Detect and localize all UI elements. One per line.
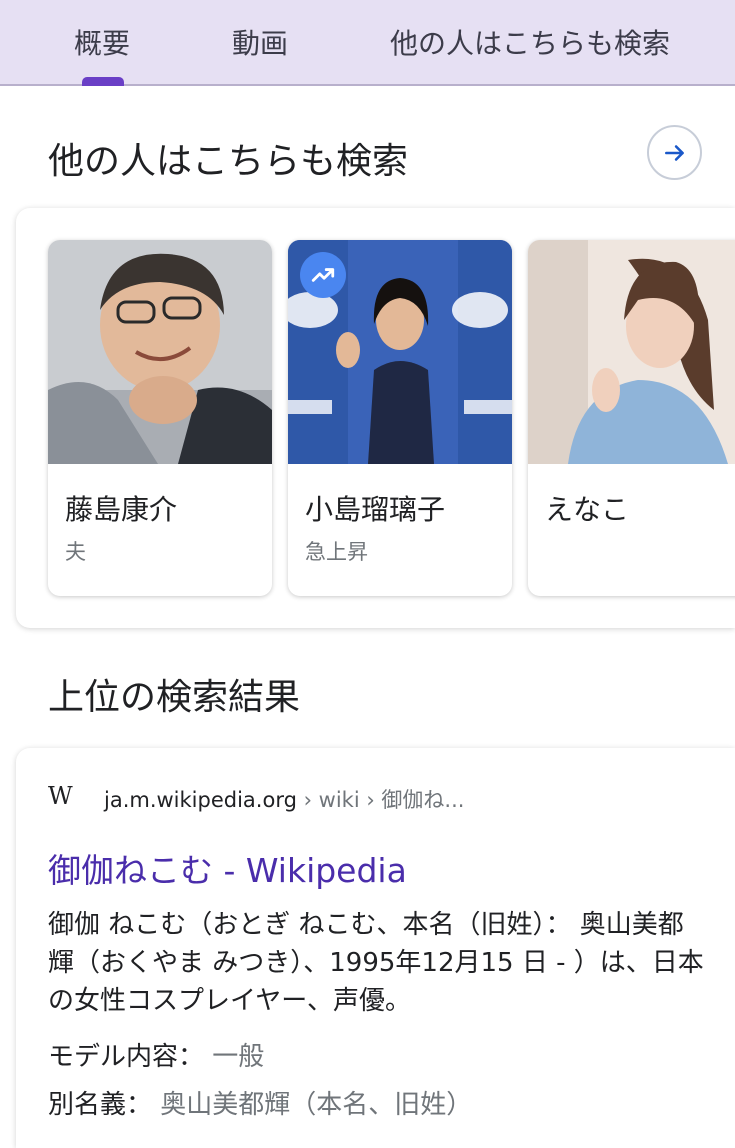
person-card[interactable]: えなこ [528, 240, 735, 596]
person-card[interactable]: 藤島康介 夫 [48, 240, 272, 596]
trending-label: 急上昇 [305, 540, 368, 564]
top-results-title: 上位の検索結果 [48, 677, 301, 718]
fact-label: モデル内容： [48, 1042, 205, 1072]
person-name: えなこ [545, 493, 630, 526]
result-url[interactable]: ja.m.wikipedia.org › wiki › 御伽ね... [104, 784, 464, 814]
tab-overview[interactable]: 概要 [74, 22, 130, 62]
result-domain: ja.m.wikipedia.org [104, 788, 297, 812]
person-photo [48, 240, 272, 464]
see-more-button[interactable] [647, 125, 702, 180]
result-snippet: 御伽 ねこむ（おとぎ ねこむ、本名（旧姓）： 奥山美都輝（おくやま みつき）、1… [48, 910, 704, 1016]
person-relation: 夫 [65, 540, 86, 564]
tab-videos[interactable]: 動画 [232, 22, 288, 62]
tab-bar: 概要 動画 他の人はこちらも検索 [0, 0, 735, 86]
result-title-link[interactable]: 御伽ねこむ - Wikipedia [48, 844, 407, 892]
people-also-search-title: 他の人はこちらも検索 [48, 141, 409, 182]
fact-value: 一般 [212, 1042, 265, 1072]
fact-row: モデル内容： 一般 [48, 1036, 264, 1073]
tab-people-also-search[interactable]: 他の人はこちらも検索 [390, 22, 670, 62]
result-breadcrumb: › wiki › 御伽ね... [296, 788, 465, 812]
search-result-card: W ja.m.wikipedia.org › wiki › 御伽ね... 御伽ね… [16, 748, 735, 1148]
person-photo [528, 240, 735, 464]
fact-row: 別名義： 奥山美都輝（本名、旧姓） [48, 1084, 472, 1121]
fact-value: 奥山美都輝（本名、旧姓） [160, 1090, 473, 1120]
person-name: 藤島康介 [65, 493, 178, 526]
trending-up-icon [300, 252, 346, 298]
fact-label: 別名義： [48, 1090, 153, 1120]
wikipedia-logo: W [48, 782, 73, 810]
arrow-right-icon [664, 144, 684, 161]
people-carousel[interactable]: 藤島康介 夫 小島瑠璃子 急上昇 えなこ [16, 208, 735, 628]
person-card[interactable]: 小島瑠璃子 急上昇 [288, 240, 512, 596]
person-name: 小島瑠璃子 [305, 493, 446, 526]
active-tab-indicator [82, 77, 124, 86]
